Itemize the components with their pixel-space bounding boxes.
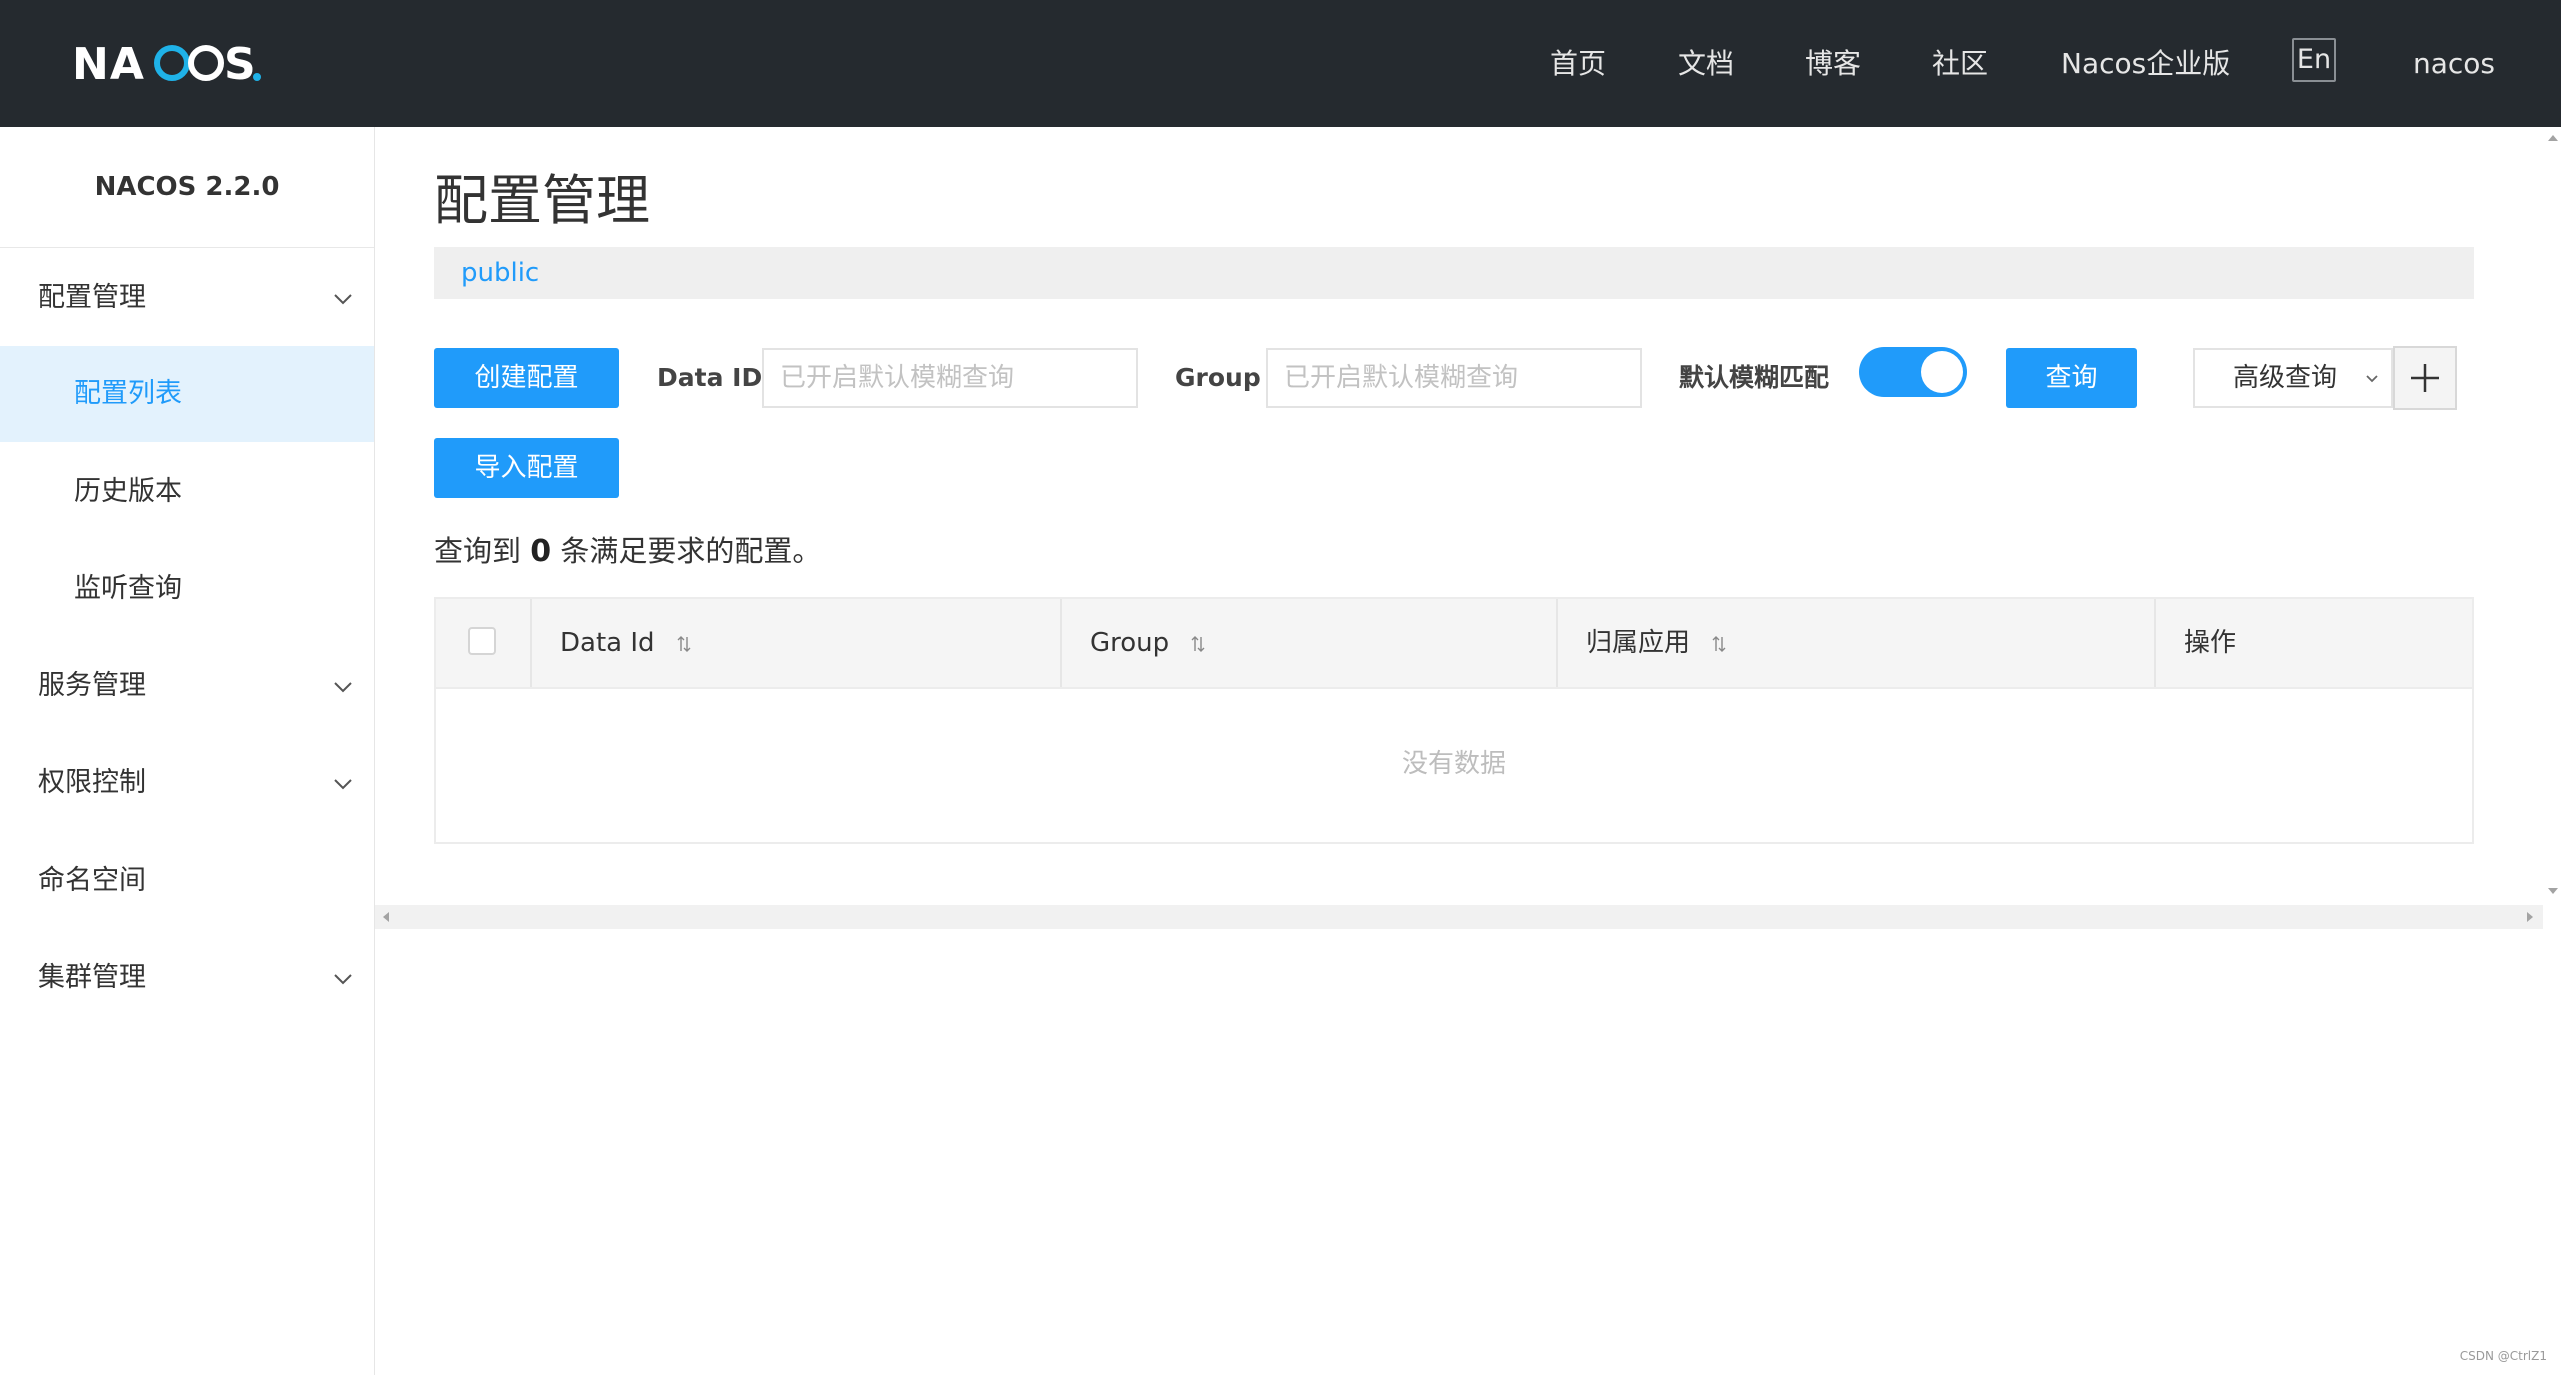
sidebar-item-config-list[interactable]: 配置列表: [0, 346, 374, 442]
nav-home[interactable]: 首页: [1550, 40, 1606, 88]
group-label: Group: [1175, 363, 1261, 392]
table-empty-state: 没有数据: [1401, 749, 1506, 779]
result-prefix: 查询到: [434, 534, 522, 568]
sidebar: NACOS 2.2.0 配置管理 配置列表 历史版本 监听查询 服务管理 权限控…: [0, 127, 375, 1375]
group-input[interactable]: [1266, 348, 1642, 408]
column-header-data-id[interactable]: Data Id: [530, 599, 1060, 687]
sidebar-item-config-management[interactable]: 配置管理: [0, 250, 374, 346]
result-suffix: 条满足要求的配置。: [560, 534, 822, 568]
query-button[interactable]: 查询: [2006, 348, 2137, 408]
result-count: 0: [530, 534, 552, 569]
nav-blog[interactable]: 博客: [1805, 40, 1861, 88]
sidebar-item-listener-query[interactable]: 监听查询: [0, 541, 374, 637]
chevron-down-icon: [2366, 375, 2378, 383]
nacos-logo-icon: NA S: [72, 39, 261, 87]
nacos-logo[interactable]: NA S: [72, 30, 262, 94]
version-label: NACOS 2.2.0: [0, 127, 374, 248]
scroll-up-arrow-icon[interactable]: [2547, 133, 2559, 143]
column-header-app[interactable]: 归属应用: [1556, 599, 2154, 687]
toggle-knob: [1921, 351, 1963, 393]
sidebar-item-label: 服务管理: [38, 670, 146, 701]
chevron-down-icon: [334, 682, 352, 693]
column-header-label: 操作: [2184, 628, 2237, 658]
chevron-down-icon: [334, 779, 352, 790]
svg-text:S: S: [224, 39, 258, 87]
namespace-bar: public: [434, 247, 2474, 299]
nav-enterprise[interactable]: Nacos企业版: [2061, 40, 2230, 88]
select-all-checkbox[interactable]: [468, 627, 496, 655]
scroll-down-arrow-icon[interactable]: [2547, 886, 2559, 896]
column-header-label: Data Id: [560, 628, 655, 658]
column-header-group[interactable]: Group: [1060, 599, 1556, 687]
horizontal-scrollbar[interactable]: [375, 905, 2543, 929]
data-id-label: Data ID: [657, 363, 763, 392]
page-title: 配置管理: [434, 169, 650, 232]
main-content: 配置管理 public 创建配置 Data ID Group 默认模糊匹配 查询…: [375, 127, 2561, 1375]
user-menu[interactable]: nacos: [2413, 40, 2495, 88]
sidebar-item-cluster-management[interactable]: 集群管理: [0, 930, 374, 1026]
top-navbar: NA S 首页 文档 博客 社区 Nacos企业版 En nacos: [0, 0, 2561, 127]
column-header-actions: 操作: [2154, 599, 2472, 687]
create-config-button[interactable]: 创建配置: [434, 348, 619, 408]
data-id-input[interactable]: [762, 348, 1138, 408]
sidebar-item-history[interactable]: 历史版本: [0, 444, 374, 540]
sort-icon[interactable]: [677, 635, 691, 653]
table-header: Data Id Group 归属应用 操作: [436, 599, 2472, 689]
plus-icon: [2411, 364, 2439, 392]
language-toggle-button[interactable]: En: [2292, 38, 2336, 82]
advanced-query-label: 高级查询: [2233, 363, 2338, 393]
nav-docs[interactable]: 文档: [1678, 40, 1734, 88]
sidebar-item-service-management[interactable]: 服务管理: [0, 638, 374, 734]
sidebar-item-label: 集群管理: [38, 962, 146, 993]
namespace-link-public[interactable]: public: [461, 247, 539, 299]
add-filter-button[interactable]: [2393, 346, 2457, 410]
sidebar-item-label: 监听查询: [74, 573, 182, 604]
watermark: CSDN @CtrlZ1: [2459, 1349, 2547, 1363]
sidebar-item-label: 命名空间: [38, 865, 146, 896]
sidebar-item-access-control[interactable]: 权限控制: [0, 735, 374, 831]
sidebar-item-namespace[interactable]: 命名空间: [0, 833, 374, 929]
chevron-down-icon: [334, 294, 352, 305]
column-header-label: 归属应用: [1586, 628, 1691, 658]
vertical-scrollbar[interactable]: [2543, 127, 2561, 902]
scroll-right-arrow-icon[interactable]: [2525, 911, 2535, 923]
sidebar-item-label: 配置管理: [38, 282, 146, 313]
sidebar-item-label: 权限控制: [38, 767, 146, 798]
nav-community[interactable]: 社区: [1932, 40, 1988, 88]
result-summary: 查询到 0 条满足要求的配置。: [434, 527, 821, 576]
import-config-button[interactable]: 导入配置: [434, 438, 619, 498]
fuzzy-match-label: 默认模糊匹配: [1679, 363, 1830, 392]
sort-icon[interactable]: [1712, 635, 1726, 653]
sidebar-item-label: 历史版本: [74, 476, 182, 507]
config-table: Data Id Group 归属应用 操作 没有数据: [434, 597, 2474, 844]
scroll-left-arrow-icon[interactable]: [381, 911, 391, 923]
chevron-down-icon: [334, 974, 352, 985]
select-all-cell: [436, 599, 530, 687]
advanced-query-dropdown[interactable]: 高级查询: [2193, 348, 2393, 408]
sidebar-item-label: 配置列表: [74, 378, 182, 409]
sort-icon[interactable]: [1191, 635, 1205, 653]
fuzzy-match-toggle[interactable]: [1859, 347, 1967, 397]
column-header-label: Group: [1090, 628, 1170, 658]
svg-text:NA: NA: [72, 39, 145, 87]
